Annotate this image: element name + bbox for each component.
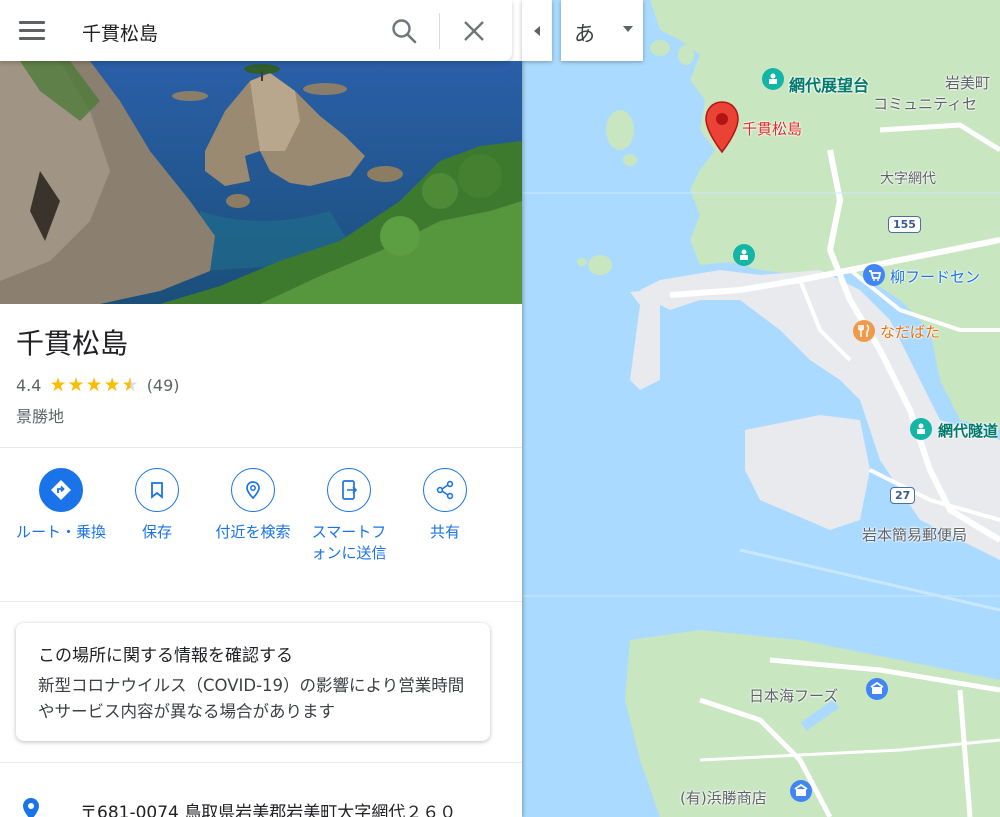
directions-button[interactable]: ルート・乗換 (13, 468, 109, 543)
confirm-info-card[interactable]: この場所に関する情報を確認する 新型コロナウイルス（COVID-19）の影響によ… (16, 623, 490, 741)
section-divider (0, 601, 522, 602)
map-label-oaza-ajiro: 大字網代 (880, 171, 936, 187)
review-count-link[interactable]: (49) (147, 376, 180, 395)
map-label-iwamoto-post[interactable]: 岩本簡易郵便局 (862, 524, 967, 545)
map-label-community[interactable]: コミュニティセ (873, 93, 977, 114)
star-icon: ★ (67, 374, 85, 396)
section-divider (0, 762, 522, 763)
directions-label: ルート・乗換 (15, 523, 106, 541)
map-label-nihonkai-foods[interactable]: 日本海フーズ (749, 685, 838, 706)
confirm-info-title: この場所に関する情報を確認する (38, 646, 293, 666)
map-label-ajiro-tunnel[interactable]: 網代隧道 (938, 420, 998, 441)
directions-icon (39, 468, 83, 512)
send-to-phone-label: スマートフォンに送信 (311, 523, 387, 562)
rating-row: 4.4 ★ ★ ★ ★ ★ (49) (16, 376, 180, 396)
save-label: 保存 (141, 523, 172, 541)
input-tools-label: あ (574, 22, 595, 46)
place-title: 千貫松島 (16, 327, 129, 360)
nearby-search-button[interactable]: 付近を検索 (205, 468, 301, 543)
scenic-poi-icon[interactable] (733, 244, 755, 266)
coastal-rock-photo (0, 61, 522, 304)
search-divider (439, 13, 440, 49)
star-icon: ★ (103, 374, 121, 396)
map-label-ajiro-observatory[interactable]: 網代展望台 (789, 72, 869, 96)
share-icon (423, 468, 467, 512)
selected-location-pin-icon[interactable] (704, 100, 740, 154)
confirm-info-body: 新型コロナウイルス（COVID-19）の影響により営業時間やサービス内容が異なる… (38, 676, 465, 721)
hamburger-menu-icon[interactable] (19, 21, 45, 41)
rating-value: 4.4 (16, 376, 42, 395)
store-icon[interactable] (866, 678, 888, 700)
place-side-panel: 千貫松島 4.4 ★ ★ ★ ★ ★ (49) 景勝地 ルート・乗換 保存 (0, 0, 522, 817)
send-to-phone-button[interactable]: スマートフォンに送信 (301, 468, 397, 564)
search-icon[interactable] (390, 17, 418, 45)
action-buttons-row: ルート・乗換 保存 付近を検索 スマートフォンに送信 共有 (0, 468, 522, 598)
map-label-yanagi-food[interactable]: 柳フードセン (890, 266, 980, 287)
shopping-cart-icon[interactable] (863, 264, 885, 286)
section-divider (0, 447, 522, 448)
map-label-senganmatsushima[interactable]: 千貫松島 (742, 118, 802, 139)
share-button[interactable]: 共有 (397, 468, 493, 543)
search-box (0, 0, 512, 61)
star-rating[interactable]: ★ ★ ★ ★ ★ (49, 376, 138, 395)
route-shield-27: 27 (890, 487, 916, 504)
caret-left-icon (534, 25, 540, 36)
address-row[interactable]: 〒681-0074 鳥取県岩美郡岩美町大字網代２６０ (0, 790, 522, 817)
star-icon: ★ (85, 374, 103, 396)
collapse-panel-button[interactable] (522, 0, 552, 61)
observatory-poi-icon[interactable] (762, 68, 784, 90)
place-hero-photo[interactable] (0, 61, 522, 304)
map-label-nadabata[interactable]: なだばた (880, 321, 940, 342)
place-category[interactable]: 景勝地 (16, 403, 64, 427)
tunnel-poi-icon[interactable] (910, 418, 932, 440)
send-to-phone-icon (327, 468, 371, 512)
save-button[interactable]: 保存 (109, 468, 205, 543)
chevron-down-icon[interactable] (623, 26, 633, 32)
half-star-icon: ★ (121, 374, 139, 396)
input-tools-button[interactable]: あ (561, 0, 643, 61)
star-icon: ★ (49, 374, 67, 396)
location-pin-icon (23, 798, 39, 817)
share-label: 共有 (429, 523, 460, 541)
address-text: 〒681-0074 鳥取県岩美郡岩美町大字網代２６０ (80, 803, 457, 817)
bookmark-icon (135, 468, 179, 512)
close-icon[interactable] (461, 18, 487, 44)
restaurant-icon[interactable] (853, 320, 875, 342)
nearby-icon (231, 468, 275, 512)
map-label-hamakatsu[interactable]: (有)浜勝商店 (680, 787, 767, 808)
store-icon-2[interactable] (790, 780, 812, 802)
route-shield-155: 155 (888, 216, 921, 233)
nearby-search-label: 付近を検索 (215, 523, 291, 541)
search-input[interactable] (80, 14, 374, 50)
map-label-iwami[interactable]: 岩美町 (945, 72, 990, 93)
